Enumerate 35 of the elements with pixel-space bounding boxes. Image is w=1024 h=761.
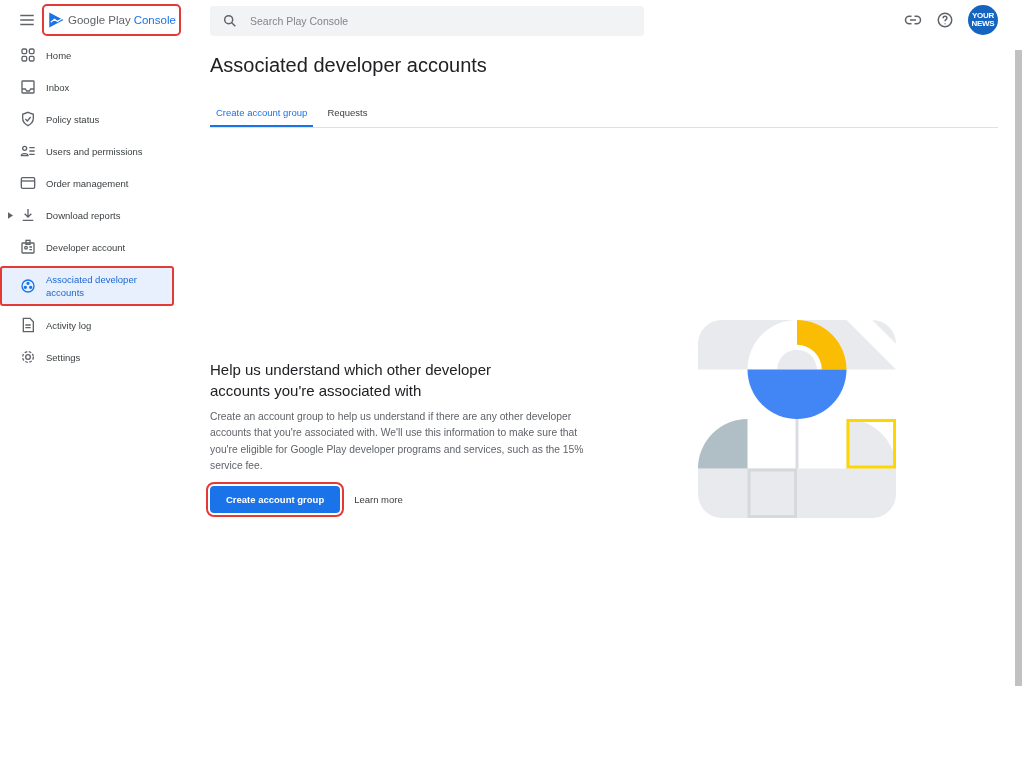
sidebar-item[interactable]: Download reports bbox=[0, 202, 174, 228]
empty-state-description: Create an account group to help us understand if there are any other developer accounts that you're associated with. We'll use this information to make sure that you're eligible for Google Play developer programs and services, such as the 15% service fee. bbox=[210, 409, 584, 473]
download-icon bbox=[20, 207, 36, 223]
sidebar-item[interactable]: Settings bbox=[0, 344, 174, 370]
card-icon bbox=[20, 175, 36, 191]
sidebar-item[interactable]: Associated developer accounts bbox=[0, 266, 174, 306]
learn-more-link[interactable]: Learn more bbox=[350, 490, 407, 510]
users-icon bbox=[20, 143, 36, 159]
sidebar-item[interactable]: Users and permissions bbox=[0, 138, 174, 164]
logo-product-text: Console bbox=[133, 14, 176, 26]
app-logo[interactable]: Google Play Console bbox=[44, 6, 179, 34]
sidebar-item[interactable]: Developer account bbox=[0, 234, 174, 260]
shield-icon bbox=[20, 111, 36, 127]
sidebar-item[interactable]: Home bbox=[0, 42, 174, 68]
tab[interactable]: Requests bbox=[321, 101, 374, 127]
grid-icon bbox=[20, 47, 36, 63]
account-avatar[interactable]: YOUR NEWS bbox=[968, 5, 998, 35]
badge-icon bbox=[20, 239, 36, 255]
empty-state-heading: Help us understand which other developer accounts you're associated with bbox=[210, 359, 492, 401]
sidebar-item[interactable]: Policy status bbox=[0, 106, 174, 132]
scrollbar[interactable] bbox=[1015, 50, 1022, 686]
circle-icon bbox=[20, 278, 36, 294]
page-title: Associated developer accounts bbox=[210, 54, 488, 77]
tab[interactable]: Create account group bbox=[210, 101, 314, 127]
search-icon bbox=[222, 12, 238, 29]
help-icon[interactable] bbox=[936, 11, 954, 29]
logo-brand-text: Google Play bbox=[68, 14, 131, 26]
search-field[interactable]: Search Play Console bbox=[210, 5, 644, 36]
play-logo-icon bbox=[47, 11, 65, 29]
sidebar-item[interactable]: Inbox bbox=[0, 74, 174, 100]
inbox-icon bbox=[20, 79, 36, 95]
expand-arrow-icon[interactable] bbox=[8, 211, 13, 219]
sidebar-item[interactable]: Order management bbox=[0, 170, 174, 196]
doc-icon bbox=[20, 317, 36, 333]
sidebar-item[interactable]: Activity log bbox=[0, 312, 174, 338]
